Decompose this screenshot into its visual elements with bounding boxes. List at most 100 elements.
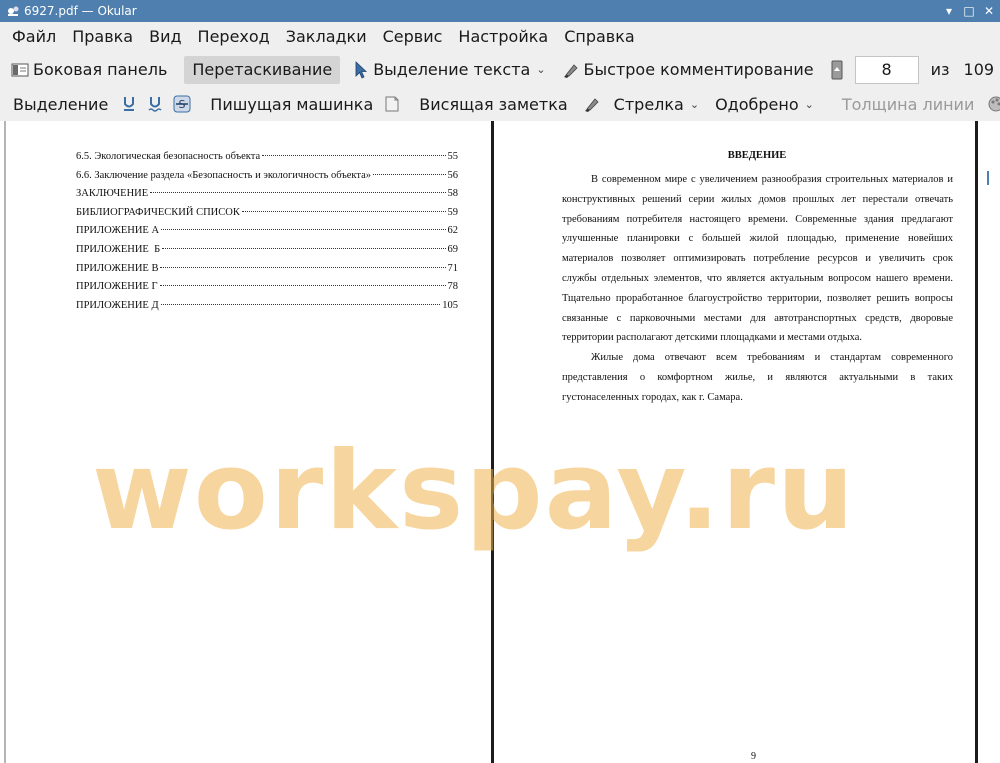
- scrollbar-handle[interactable]: [987, 171, 989, 185]
- line-width-label: Толщина линии: [841, 94, 975, 114]
- paragraph: В современном мире с увеличением разнооб…: [562, 174, 953, 344]
- toc-leader: [159, 285, 446, 287]
- underline-icon[interactable]: [121, 95, 137, 113]
- menu-bar: Файл Правка Вид Переход Закладки Сервис …: [0, 22, 1000, 52]
- line-width-button[interactable]: Толщина линии: [837, 90, 980, 118]
- arrow-tool-button[interactable]: Стрелка ⌄: [609, 90, 710, 118]
- toc-leader: [160, 303, 441, 305]
- page-of-label: из: [930, 60, 950, 79]
- toc-page: 71: [447, 262, 459, 274]
- toc-leader: [161, 229, 446, 231]
- maximize-button[interactable]: □: [960, 2, 978, 20]
- menu-bookmarks[interactable]: Закладки: [278, 22, 375, 52]
- page-border: [975, 121, 978, 763]
- toc-row[interactable]: ПРИЛОЖЕНИЕ Г 78: [76, 281, 458, 300]
- sidebar-button[interactable]: Боковая панель: [6, 56, 172, 84]
- section-heading: ВВЕДЕНИЕ: [727, 150, 787, 161]
- table-of-contents: 6.5. Экологическая безопасность объекта …: [76, 151, 458, 318]
- toc-title: ПРИЛОЖЕНИЕ А: [76, 225, 160, 237]
- paragraph: Жилые дома отвечают всем требованиям и с…: [562, 352, 953, 403]
- typewriter-tool-button[interactable]: Пишущая машинка: [205, 90, 378, 118]
- highlight-label: Выделение: [13, 94, 109, 114]
- toc-row[interactable]: 6.5. Экологическая безопасность объекта …: [76, 151, 458, 170]
- toc-page: 62: [447, 225, 459, 237]
- toc-leader: [150, 192, 446, 194]
- toc-page: 105: [442, 299, 458, 311]
- section-body: В современном мире с увеличением разнооб…: [562, 170, 953, 408]
- toc-title: ПРИЛОЖЕНИЕ Б: [76, 243, 161, 255]
- toc-page: 58: [447, 188, 459, 200]
- toc-title: ЗАКЛЮЧЕНИЕ: [76, 188, 149, 200]
- toc-page: 59: [447, 206, 459, 218]
- chevron-down-icon[interactable]: ⌄: [536, 63, 545, 76]
- toc-row[interactable]: ПРИЛОЖЕНИЕ Б 69: [76, 244, 458, 263]
- toc-row[interactable]: ПРИЛОЖЕНИЕ В 71: [76, 263, 458, 282]
- toc-row[interactable]: ПРИЛОЖЕНИЕ А 62: [76, 225, 458, 244]
- toc-title: БИБЛИОГРАФИЧЕСКИЙ СПИСОК: [76, 206, 240, 218]
- okular-app-icon: [6, 4, 20, 18]
- browse-label: Перетаскивание: [192, 60, 333, 79]
- toc-page: 55: [447, 151, 459, 162]
- toc-title: ПРИЛОЖЕНИЕ Г: [76, 281, 158, 293]
- note-icon[interactable]: [384, 95, 400, 113]
- main-toolbar: Боковая панель Перетаскивание Выделение …: [0, 52, 1000, 87]
- browse-tool-button[interactable]: Перетаскивание: [184, 55, 341, 84]
- minimize-button[interactable]: ▾: [940, 2, 958, 20]
- toc-row[interactable]: ЗАКЛЮЧЕНИЕ 58: [76, 188, 458, 207]
- toc-leader: [262, 155, 446, 156]
- page-9: ВВЕДЕНИЕ В современном мире с увеличение…: [496, 121, 974, 763]
- inline-note-label: Висящая заметка: [419, 94, 568, 114]
- toc-title: ПРИЛОЖЕНИЕ Д: [76, 299, 159, 311]
- page-number: 9: [751, 751, 756, 762]
- menu-help[interactable]: Справка: [556, 22, 643, 52]
- chevron-down-icon[interactable]: ⌄: [690, 98, 699, 111]
- sidebar-icon: [11, 61, 29, 79]
- close-button[interactable]: ✕: [980, 2, 998, 20]
- toc-page: 56: [447, 169, 459, 181]
- menu-edit[interactable]: Правка: [64, 22, 141, 52]
- squiggly-icon[interactable]: [147, 95, 163, 113]
- toc-title: 6.5. Экологическая безопасность объекта: [76, 151, 261, 162]
- document-view[interactable]: 6.5. Экологическая безопасность объекта …: [0, 121, 1000, 763]
- page-8: 6.5. Экологическая безопасность объекта …: [8, 121, 490, 763]
- window-title: 6927.pdf — Okular: [24, 4, 137, 18]
- highlight-tool-button[interactable]: Выделение: [8, 90, 113, 118]
- freehand-line-icon[interactable]: [583, 95, 601, 113]
- text-select-button[interactable]: Выделение текста ⌄: [346, 56, 556, 84]
- page-total-label: 109: [963, 60, 995, 79]
- toc-leader: [373, 173, 446, 175]
- text-select-label: Выделение текста: [373, 60, 531, 79]
- toc-title: 6.6. Заключение раздела «Безопасность и …: [76, 169, 372, 181]
- title-bar: 6927.pdf — Okular ▾ □ ✕: [0, 0, 1000, 22]
- arrow-label: Стрелка: [613, 94, 684, 114]
- stamp-tool-button[interactable]: Одобрено ⌄: [710, 90, 825, 118]
- previous-page-icon[interactable]: [831, 60, 843, 79]
- sidebar-label: Боковая панель: [33, 60, 168, 79]
- toc-row[interactable]: ПРИЛОЖЕНИЕ Д 105: [76, 300, 458, 319]
- quick-annotate-label: Быстрое комментирование: [583, 60, 814, 79]
- inline-note-tool-button[interactable]: Висящая заметка: [414, 90, 572, 118]
- menu-file[interactable]: Файл: [4, 22, 64, 52]
- menu-settings[interactable]: Настройка: [450, 22, 556, 52]
- toc-leader: [241, 210, 446, 212]
- typewriter-label: Пишущая машинка: [210, 94, 374, 114]
- menu-go[interactable]: Переход: [190, 22, 278, 52]
- strikeout-icon[interactable]: S: [173, 95, 191, 113]
- menu-tools[interactable]: Сервис: [375, 22, 451, 52]
- toc-page: 78: [447, 281, 459, 293]
- annotation-toolbar: Выделение S Пишущая машинка Висящая заме…: [0, 87, 1000, 121]
- toc-leader: [160, 266, 446, 268]
- chevron-down-icon[interactable]: ⌄: [805, 98, 814, 111]
- highlighter-icon: [562, 61, 580, 79]
- toc-page: 69: [447, 243, 459, 255]
- toc-row[interactable]: БИБЛИОГРАФИЧЕСКИЙ СПИСОК 59: [76, 207, 458, 226]
- stamp-label: Одобрено: [715, 94, 799, 114]
- cursor-icon: [351, 60, 369, 79]
- menu-view[interactable]: Вид: [141, 22, 189, 52]
- quick-annotate-button[interactable]: Быстрое комментирование: [557, 56, 819, 84]
- toc-title: ПРИЛОЖЕНИЕ В: [76, 262, 159, 274]
- color-palette-icon[interactable]: [987, 95, 1000, 113]
- toc-row[interactable]: 6.6. Заключение раздела «Безопасность и …: [76, 170, 458, 189]
- page-number-input[interactable]: [854, 55, 919, 84]
- page-shadow: [4, 121, 6, 763]
